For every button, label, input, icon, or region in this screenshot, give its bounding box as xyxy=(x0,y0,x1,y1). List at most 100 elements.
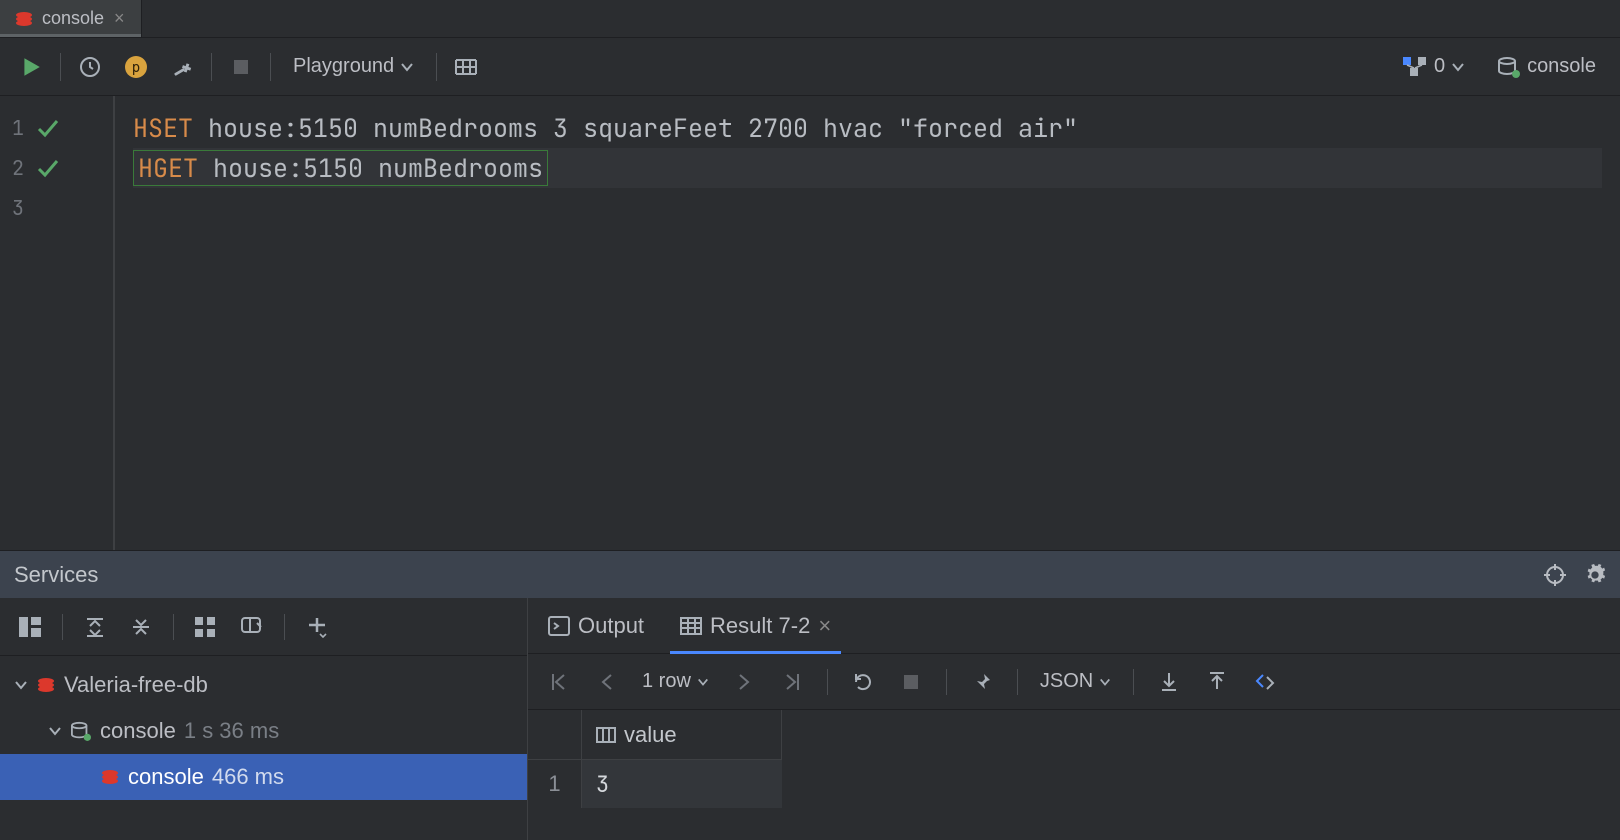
svg-text:p: p xyxy=(132,60,140,76)
stop-button[interactable] xyxy=(890,661,932,703)
result-tab-bar: Output Result 7-2 × xyxy=(528,598,1620,654)
editor-tab-label: console xyxy=(42,8,104,29)
datasource-dropdown[interactable]: console xyxy=(1483,46,1610,88)
code-text: house:5150 numBedrooms xyxy=(213,151,543,185)
column-icon xyxy=(596,727,616,743)
settings-button[interactable] xyxy=(161,46,203,88)
format-dropdown[interactable]: JSON xyxy=(1032,670,1119,693)
tree-label: console xyxy=(128,764,204,790)
group-button[interactable] xyxy=(186,607,226,647)
results-view-button[interactable] xyxy=(445,46,487,88)
line-number: 3 xyxy=(12,195,30,221)
tab-output[interactable]: Output xyxy=(542,598,650,653)
add-button[interactable] xyxy=(297,607,337,647)
separator xyxy=(827,669,828,695)
table-icon xyxy=(680,617,702,635)
result-grid: value 1 3 xyxy=(528,710,1620,808)
gear-icon[interactable] xyxy=(1584,564,1606,586)
first-page-button[interactable] xyxy=(538,661,580,703)
services-panel-header[interactable]: Services xyxy=(0,550,1620,598)
close-icon[interactable]: × xyxy=(112,8,127,29)
history-button[interactable] xyxy=(69,46,111,88)
separator xyxy=(436,53,437,81)
editor-content[interactable]: HSET house:5150 numBedrooms 3 squareFeet… xyxy=(115,96,1620,550)
services-tree: Valeria-free-db console 1 s 36 ms xyxy=(0,656,527,806)
run-mode-label: Playground xyxy=(293,55,394,78)
tree-item-console-group[interactable]: console 1 s 36 ms xyxy=(0,708,527,754)
reload-button[interactable] xyxy=(842,661,884,703)
tree-time: 1 s 36 ms xyxy=(184,718,279,744)
separator xyxy=(1017,669,1018,695)
code-keyword: HGET xyxy=(138,151,198,185)
editor-gutter: 1 2 3 xyxy=(0,96,115,550)
datasource-icon xyxy=(70,721,92,741)
schema-icon xyxy=(1402,56,1428,78)
row-count-label: 1 row xyxy=(642,670,691,693)
grid-column-header[interactable]: value xyxy=(582,710,782,760)
pin-button[interactable] xyxy=(961,661,1003,703)
code-line[interactable]: HSET house:5150 numBedrooms 3 squareFeet… xyxy=(133,108,1602,148)
code-keyword: HSET xyxy=(133,111,193,145)
grid-column-name: value xyxy=(624,722,677,748)
code-line[interactable] xyxy=(133,188,1602,228)
close-icon[interactable]: × xyxy=(818,613,831,639)
prev-page-button[interactable] xyxy=(586,661,628,703)
chevron-down-icon xyxy=(48,718,62,744)
target-icon[interactable] xyxy=(1544,564,1566,586)
app-root: console × p Playground xyxy=(0,0,1620,840)
separator xyxy=(1133,669,1134,695)
grid-header-row: value xyxy=(528,710,1620,760)
import-button[interactable] xyxy=(1196,661,1238,703)
tree-label: Valeria-free-db xyxy=(64,672,208,698)
export-button[interactable] xyxy=(1148,661,1190,703)
gutter-row: 1 xyxy=(0,108,113,148)
run-button[interactable] xyxy=(10,46,52,88)
separator xyxy=(211,53,212,81)
chevron-down-icon xyxy=(697,676,709,688)
result-toolbar: 1 row xyxy=(528,654,1620,710)
gutter-row: 3 xyxy=(0,188,113,228)
editor-tab-bar: console × xyxy=(0,0,1620,38)
services-right-pane: Output Result 7-2 × 1 row xyxy=(528,598,1620,840)
grid-corner xyxy=(528,710,582,760)
line-number: 1 xyxy=(12,115,30,141)
separator xyxy=(60,53,61,81)
compare-button[interactable] xyxy=(1244,661,1286,703)
chevron-down-icon xyxy=(1099,676,1111,688)
parameters-button[interactable]: p xyxy=(115,46,157,88)
transaction-dropdown[interactable]: 0 xyxy=(1388,46,1479,88)
stop-button[interactable] xyxy=(220,46,262,88)
last-page-button[interactable] xyxy=(771,661,813,703)
grid-cell[interactable]: 3 xyxy=(582,760,782,808)
next-page-button[interactable] xyxy=(723,661,765,703)
filter-button[interactable] xyxy=(232,607,272,647)
tree-item-console[interactable]: console 466 ms xyxy=(0,754,527,800)
run-ok-icon xyxy=(36,157,60,179)
redis-icon xyxy=(36,675,56,695)
run-ok-icon xyxy=(36,117,60,139)
output-tab-label: Output xyxy=(578,613,644,639)
code-line[interactable]: HGET house:5150 numBedrooms xyxy=(133,148,1602,188)
separator xyxy=(284,614,285,640)
tree-item-database[interactable]: Valeria-free-db xyxy=(0,662,527,708)
expand-all-button[interactable] xyxy=(75,607,115,647)
connection-count: 0 xyxy=(1434,55,1445,78)
row-count-dropdown[interactable]: 1 row xyxy=(634,670,717,693)
tree-time: 466 ms xyxy=(212,764,284,790)
result-tab-label: Result 7-2 xyxy=(710,613,810,639)
separator xyxy=(173,614,174,640)
line-number: 2 xyxy=(12,155,30,181)
tab-result[interactable]: Result 7-2 × xyxy=(674,598,837,653)
run-mode-dropdown[interactable]: Playground xyxy=(279,46,428,88)
layout-button[interactable] xyxy=(10,607,50,647)
services-left-pane: Valeria-free-db console 1 s 36 ms xyxy=(0,598,528,840)
services-panel: Valeria-free-db console 1 s 36 ms xyxy=(0,598,1620,840)
collapse-all-button[interactable] xyxy=(121,607,161,647)
format-label: JSON xyxy=(1040,670,1093,693)
redis-icon xyxy=(14,9,34,29)
grid-row[interactable]: 1 3 xyxy=(528,760,1620,808)
editor-tab-console[interactable]: console × xyxy=(0,0,142,37)
code-editor[interactable]: 1 2 3 HSET house:5150 numBedrooms 3 squa… xyxy=(0,96,1620,550)
editor-toolbar: p Playground 0 console xyxy=(0,38,1620,96)
services-toolbar xyxy=(0,598,527,656)
